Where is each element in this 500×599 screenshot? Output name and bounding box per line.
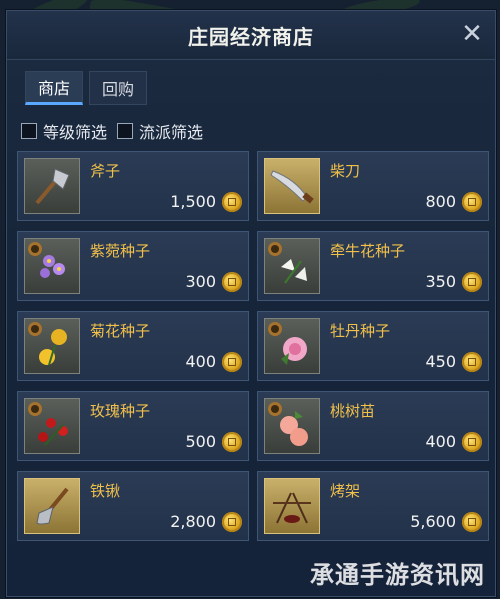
item-price: 400 (425, 432, 456, 451)
shop-item-card[interactable]: 斧子 1,500 (17, 151, 249, 221)
shop-item-card[interactable]: 牡丹种子 450 (257, 311, 489, 381)
gold-coin-icon (462, 272, 482, 292)
tab-buyback[interactable]: 回购 (89, 71, 148, 105)
level-filter-checkbox[interactable] (21, 123, 37, 139)
window-title: 庄园经济商店 (188, 24, 314, 49)
item-name: 玫瑰种子 (90, 402, 151, 420)
gold-coin-icon (462, 432, 482, 452)
item-name: 斧子 (90, 162, 121, 180)
gold-coin-icon (462, 352, 482, 372)
item-price: 300 (185, 272, 216, 291)
item-price: 800 (425, 192, 456, 211)
gold-coin-icon (222, 352, 242, 372)
shop-item-card[interactable]: 柴刀 800 (257, 151, 489, 221)
close-button[interactable]: ✕ (457, 19, 487, 49)
shop-item-card[interactable]: 紫菀种子 300 (17, 231, 249, 301)
gold-coin-icon (462, 512, 482, 532)
peony-seed-icon (264, 318, 320, 374)
gold-coin-icon (222, 272, 242, 292)
shop-item-card[interactable]: 牵牛花种子 350 (257, 231, 489, 301)
chrysanthemum-seed-icon (24, 318, 80, 374)
item-name: 牵牛花种子 (330, 242, 406, 260)
gold-coin-icon (222, 432, 242, 452)
tab-bar: 商店 回购 (25, 71, 148, 105)
shovel-icon (24, 478, 80, 534)
aster-seed-icon (24, 238, 80, 294)
filter-bar: 等级筛选 流派筛选 (21, 119, 203, 143)
item-name: 牡丹种子 (330, 322, 391, 340)
gold-coin-icon (222, 512, 242, 532)
shop-window: 庄园经济商店 ✕ 商店 回购 等级筛选 流派筛选 斧子 1,500 柴刀 800 紫菀种… (6, 10, 496, 597)
item-price: 5,600 (410, 512, 456, 531)
shop-item-card[interactable]: 桃树苗 400 (257, 391, 489, 461)
item-price: 400 (185, 352, 216, 371)
machete-icon (264, 158, 320, 214)
school-filter[interactable]: 流派筛选 (117, 119, 203, 143)
item-name: 菊花种子 (90, 322, 151, 340)
item-name: 烤架 (330, 482, 361, 500)
morning-glory-seed-icon (264, 238, 320, 294)
item-price: 1,500 (170, 192, 216, 211)
title-bar: 庄园经济商店 ✕ (7, 11, 495, 60)
school-filter-label: 流派筛选 (139, 123, 204, 142)
item-name: 铁锹 (90, 482, 121, 500)
grill-rack-icon (264, 478, 320, 534)
tab-shop[interactable]: 商店 (25, 71, 84, 105)
gold-coin-icon (222, 192, 242, 212)
peach-sapling-icon (264, 398, 320, 454)
item-name: 柴刀 (330, 162, 361, 180)
level-filter[interactable]: 等级筛选 (21, 119, 107, 143)
level-filter-label: 等级筛选 (43, 123, 108, 142)
shop-item-card[interactable]: 玫瑰种子 500 (17, 391, 249, 461)
item-price: 2,800 (170, 512, 216, 531)
axe-icon (24, 158, 80, 214)
watermark: 承通手游资讯网 (310, 561, 485, 589)
item-name: 桃树苗 (330, 402, 376, 420)
close-icon: ✕ (461, 19, 483, 49)
item-name: 紫菀种子 (90, 242, 151, 260)
shop-item-card[interactable]: 烤架 5,600 (257, 471, 489, 541)
gold-coin-icon (462, 192, 482, 212)
item-price: 450 (425, 352, 456, 371)
school-filter-checkbox[interactable] (117, 123, 134, 139)
shop-item-card[interactable]: 菊花种子 400 (17, 311, 249, 381)
shop-item-card[interactable]: 铁锹 2,800 (17, 471, 249, 541)
rose-seed-icon (24, 398, 80, 454)
item-price: 350 (425, 272, 456, 291)
item-price: 500 (185, 432, 216, 451)
